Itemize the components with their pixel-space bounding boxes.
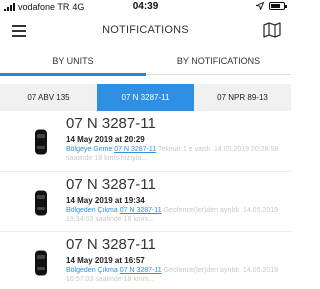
page-title: NOTIFICATIONS <box>102 24 189 36</box>
unit-name: 07 N 3287-11 <box>66 176 156 193</box>
location-arrow-icon <box>256 2 264 10</box>
active-tab-indicator <box>0 73 146 76</box>
status-right <box>256 2 287 10</box>
row-divider <box>0 231 291 232</box>
unit-plate-selector: 07 ABV 135 07 N 3287-11 07 NPR 89-13 <box>0 84 291 111</box>
notification-text: Bölgeden Çıkma 07 N 3287-11 Geofence(ler… <box>66 266 288 284</box>
plate-tab-07-npr-89-13[interactable]: 07 NPR 89-13 <box>194 84 291 111</box>
battery-level <box>271 4 280 8</box>
status-bar: vodafone TR 4G 04:39 <box>0 0 291 13</box>
event-type: Bölgeden Çıkma <box>66 267 118 274</box>
tab-by-units[interactable]: BY UNITS <box>0 48 146 74</box>
vehicle-icon <box>35 129 47 155</box>
plate-link[interactable]: 07 N 3287-11 <box>120 267 162 274</box>
vehicle-icon <box>35 250 47 276</box>
notification-time: 14 May 2019 at 16:57 <box>66 256 145 265</box>
battery-icon <box>269 2 287 10</box>
plate-link[interactable]: 07 N 3287-11 <box>114 146 156 153</box>
unit-name: 07 N 3287-11 <box>66 115 156 132</box>
notification-item[interactable]: 07 N 3287-11 14 May 2019 at 20:29 Bölgey… <box>0 113 291 169</box>
plate-tab-07-abv-135[interactable]: 07 ABV 135 <box>0 84 97 111</box>
notification-time: 14 May 2019 at 20:29 <box>66 135 145 144</box>
view-mode-tabs: BY UNITS BY NOTIFICATIONS <box>0 48 291 76</box>
plate-link[interactable]: 07 N 3287-11 <box>120 207 162 214</box>
notification-item[interactable]: 07 N 3287-11 14 May 2019 at 19:34 Bölged… <box>0 174 291 230</box>
plate-tab-07-n-3287-11[interactable]: 07 N 3287-11 <box>97 84 194 111</box>
event-type: Bölgeye Girme <box>66 146 113 153</box>
app-header: NOTIFICATIONS <box>0 15 291 47</box>
notification-item[interactable]: 07 N 3287-11 14 May 2019 at 16:57 Bölged… <box>0 234 291 289</box>
status-time: 04:39 <box>132 1 159 12</box>
tab-by-notifications[interactable]: BY NOTIFICATIONS <box>146 48 291 74</box>
map-icon[interactable] <box>263 22 281 38</box>
event-type: Bölgeden Çıkma <box>66 207 118 214</box>
row-divider <box>0 171 291 172</box>
notification-text: Bölgeye Girme 07 N 3287-11 Tekmar 1 e va… <box>66 145 288 163</box>
notification-text: Bölgeden Çıkma 07 N 3287-11 Geofence(ler… <box>66 206 288 224</box>
notification-time: 14 May 2019 at 19:34 <box>66 196 145 205</box>
vehicle-icon <box>35 190 47 216</box>
unit-name: 07 N 3287-11 <box>66 236 156 253</box>
